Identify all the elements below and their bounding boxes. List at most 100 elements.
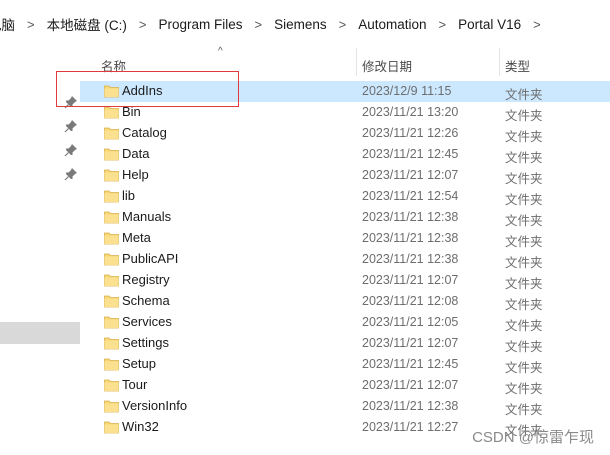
chevron-right-icon[interactable]: > bbox=[339, 17, 347, 32]
file-row[interactable]: PublicAPI 2023/11/21 12:38 文件夹 bbox=[80, 249, 610, 270]
file-modified-date: 2023/11/21 12:38 bbox=[362, 210, 459, 224]
file-row[interactable]: Catalog 2023/11/21 12:26 文件夹 bbox=[80, 123, 610, 144]
file-list: AddIns 2023/12/9 11:15 文件夹 Bin 2023/11/21 13… bbox=[80, 81, 610, 438]
file-name: Settings bbox=[122, 335, 169, 350]
file-type: 文件夹 bbox=[505, 193, 543, 207]
file-modified-date: 2023/11/21 12:45 bbox=[362, 357, 459, 371]
folder-icon bbox=[104, 106, 119, 119]
file-modified-date: 2023/11/21 12:08 bbox=[362, 294, 459, 308]
folder-icon bbox=[104, 379, 119, 392]
folder-icon bbox=[104, 295, 119, 308]
file-name: Data bbox=[122, 146, 150, 161]
file-row[interactable]: Meta 2023/11/21 12:38 文件夹 bbox=[80, 228, 610, 249]
file-type: 文件夹 bbox=[505, 298, 543, 312]
file-type: 文件夹 bbox=[505, 151, 543, 165]
file-name: Win32 bbox=[122, 419, 159, 434]
file-type: 文件夹 bbox=[505, 88, 543, 102]
file-modified-date: 2023/11/21 13:20 bbox=[362, 105, 459, 119]
file-modified-date: 2023/11/21 12:45 bbox=[362, 147, 459, 161]
file-row[interactable]: Services 2023/11/21 12:05 文件夹 bbox=[80, 312, 610, 333]
file-modified-date: 2023/11/21 12:26 bbox=[362, 126, 459, 140]
address-bar[interactable]: 电脑 > 本地磁盘 (C:) > Program Files > Siemens… bbox=[0, 0, 610, 48]
sort-ascending-icon: ^ bbox=[218, 46, 223, 57]
file-row[interactable]: lib 2023/11/21 12:54 文件夹 bbox=[80, 186, 610, 207]
folder-icon bbox=[104, 274, 119, 287]
file-type: 文件夹 bbox=[505, 130, 543, 144]
file-name: lib bbox=[122, 188, 136, 203]
file-name: Services bbox=[122, 314, 172, 329]
folder-icon bbox=[104, 316, 119, 329]
breadcrumb-item[interactable]: Automation bbox=[358, 17, 426, 32]
folder-icon bbox=[104, 337, 119, 350]
file-type: 文件夹 bbox=[505, 214, 543, 228]
navigation-pane bbox=[0, 48, 80, 455]
file-type: 文件夹 bbox=[505, 256, 543, 270]
chevron-right-icon[interactable]: > bbox=[438, 17, 446, 32]
breadcrumb-item[interactable]: Siemens bbox=[274, 17, 327, 32]
breadcrumb-item[interactable]: Program Files bbox=[158, 17, 242, 32]
file-row[interactable]: VersionInfo 2023/11/21 12:38 文件夹 bbox=[80, 396, 610, 417]
folder-icon bbox=[104, 400, 119, 413]
file-name: Manuals bbox=[122, 209, 172, 224]
file-modified-date: 2023/12/9 11:15 bbox=[362, 84, 452, 98]
pin-icon[interactable] bbox=[64, 143, 78, 157]
file-row[interactable]: Help 2023/11/21 12:07 文件夹 bbox=[80, 165, 610, 186]
file-modified-date: 2023/11/21 12:05 bbox=[362, 315, 459, 329]
folder-icon bbox=[104, 421, 119, 434]
file-modified-date: 2023/11/21 12:27 bbox=[362, 420, 459, 434]
file-type: 文件夹 bbox=[505, 235, 543, 249]
chevron-right-icon[interactable]: > bbox=[254, 17, 262, 32]
file-row[interactable]: Tour 2023/11/21 12:07 文件夹 bbox=[80, 375, 610, 396]
breadcrumb-item[interactable]: 电脑 bbox=[0, 14, 15, 34]
file-name: Registry bbox=[122, 272, 170, 287]
file-type: 文件夹 bbox=[505, 403, 543, 417]
file-type: 文件夹 bbox=[505, 382, 543, 396]
folder-icon bbox=[104, 232, 119, 245]
file-type: 文件夹 bbox=[505, 340, 543, 354]
file-type: 文件夹 bbox=[505, 172, 543, 186]
column-header-modified[interactable]: 修改日期 bbox=[362, 56, 412, 75]
column-header-type[interactable]: 类型 bbox=[505, 56, 530, 75]
pin-icon[interactable] bbox=[64, 167, 78, 181]
chevron-right-icon[interactable]: > bbox=[139, 17, 147, 32]
folder-icon bbox=[104, 253, 119, 266]
file-modified-date: 2023/11/21 12:54 bbox=[362, 189, 459, 203]
file-row[interactable]: Schema 2023/11/21 12:08 文件夹 bbox=[80, 291, 610, 312]
folder-icon bbox=[104, 211, 119, 224]
column-divider[interactable] bbox=[356, 48, 357, 76]
annotation-highlight-box bbox=[56, 71, 239, 107]
file-row[interactable]: Manuals 2023/11/21 12:38 文件夹 bbox=[80, 207, 610, 228]
folder-icon bbox=[104, 127, 119, 140]
file-modified-date: 2023/11/21 12:38 bbox=[362, 252, 459, 266]
file-modified-date: 2023/11/21 12:38 bbox=[362, 231, 459, 245]
breadcrumb-item[interactable]: Portal V16 bbox=[458, 17, 521, 32]
folder-icon bbox=[104, 148, 119, 161]
nav-selected-item[interactable] bbox=[0, 322, 80, 344]
folder-icon bbox=[104, 358, 119, 371]
file-modified-date: 2023/11/21 12:07 bbox=[362, 336, 459, 350]
file-name: Help bbox=[122, 167, 149, 182]
file-type: 文件夹 bbox=[505, 319, 543, 333]
breadcrumb-item[interactable]: 本地磁盘 (C:) bbox=[47, 14, 127, 34]
file-row[interactable]: Data 2023/11/21 12:45 文件夹 bbox=[80, 144, 610, 165]
file-type: 文件夹 bbox=[505, 277, 543, 291]
file-name: Catalog bbox=[122, 125, 167, 140]
watermark: CSDN @惊雷乍现 bbox=[472, 429, 594, 446]
file-name: Schema bbox=[122, 293, 170, 308]
file-name: Tour bbox=[122, 377, 148, 392]
pin-icon[interactable] bbox=[64, 119, 78, 133]
file-name: Setup bbox=[122, 356, 156, 371]
folder-icon bbox=[104, 169, 119, 182]
file-modified-date: 2023/11/21 12:07 bbox=[362, 273, 459, 287]
column-divider[interactable] bbox=[499, 48, 500, 76]
file-modified-date: 2023/11/21 12:38 bbox=[362, 399, 459, 413]
file-modified-date: 2023/11/21 12:07 bbox=[362, 378, 459, 392]
file-type: 文件夹 bbox=[505, 109, 543, 123]
chevron-right-icon[interactable]: > bbox=[533, 17, 541, 32]
file-row[interactable]: Settings 2023/11/21 12:07 文件夹 bbox=[80, 333, 610, 354]
file-row[interactable]: Setup 2023/11/21 12:45 文件夹 bbox=[80, 354, 610, 375]
file-modified-date: 2023/11/21 12:07 bbox=[362, 168, 459, 182]
chevron-right-icon[interactable]: > bbox=[27, 17, 35, 32]
file-type: 文件夹 bbox=[505, 361, 543, 375]
file-row[interactable]: Registry 2023/11/21 12:07 文件夹 bbox=[80, 270, 610, 291]
